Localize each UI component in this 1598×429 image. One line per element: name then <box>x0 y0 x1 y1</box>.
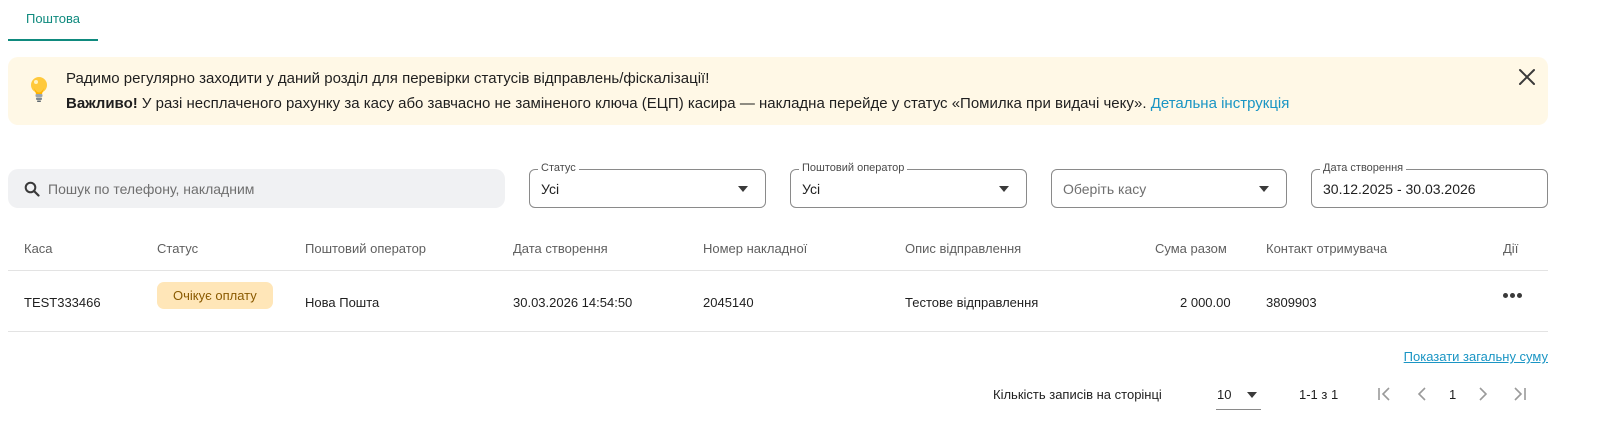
date-range-value: 30.12.2025 - 30.03.2026 <box>1323 181 1476 197</box>
lightbulb-icon <box>31 77 47 102</box>
pagination: Кількість записів на сторінці 10 1-1 з 1… <box>0 380 1598 410</box>
cell-description: Тестове відправлення <box>905 295 1039 310</box>
rows-per-page-value: 10 <box>1217 387 1232 402</box>
rows-per-page-label: Кількість записів на сторінці <box>993 387 1162 402</box>
next-page-icon[interactable] <box>1473 385 1491 403</box>
column-header-number: Номер накладної <box>703 241 808 256</box>
cell-operator: Нова Пошта <box>305 295 380 310</box>
instruction-link[interactable]: Детальна інструкція <box>1151 95 1290 112</box>
cell-number: 2045140 <box>703 295 754 310</box>
column-header-contact: Контакт отримувача <box>1266 241 1388 256</box>
column-header-date: Дата створення <box>513 241 608 256</box>
date-range-field[interactable]: Дата створення 30.12.2025 - 30.03.2026 <box>1311 162 1548 208</box>
cashbox-select-placeholder: Оберіть касу <box>1063 181 1147 197</box>
cell-contact: 3809903 <box>1266 295 1317 310</box>
tab-label: Поштова <box>25 11 81 26</box>
previous-page-icon[interactable] <box>1414 385 1432 403</box>
column-header-sum: Сума разом <box>1155 241 1227 256</box>
cell-kasa: TEST333466 <box>24 295 101 310</box>
info-alert: Радимо регулярно заходити у даний розділ… <box>8 57 1548 125</box>
chevron-down-icon <box>1247 392 1257 398</box>
column-header-status: Статус <box>157 241 199 256</box>
table-row[interactable]: TEST333466 Очікує оплату Нова Пошта 30.0… <box>8 271 1548 332</box>
page-range: 1-1 з 1 <box>1299 387 1339 402</box>
chevron-down-icon <box>999 186 1009 192</box>
show-total-sum-link[interactable]: Показати загальну суму <box>1404 349 1548 364</box>
column-header-operator: Поштовий оператор <box>305 241 427 256</box>
operator-select-label: Поштовий оператор <box>799 162 908 174</box>
operator-select-value: Усі <box>802 181 821 197</box>
chevron-down-icon <box>738 186 748 192</box>
alert-message: Радимо регулярно заходити у даний розділ… <box>66 70 710 87</box>
cell-sum: 2 000.00 <box>1180 295 1231 310</box>
status-select[interactable]: Статус Усі <box>529 162 766 208</box>
last-page-icon[interactable] <box>1510 385 1528 403</box>
status-badge: Очікує оплату <box>157 282 273 309</box>
table-header: Каса Статус Поштовий оператор Дата створ… <box>8 229 1548 271</box>
cashbox-select[interactable]: Оберіть касу <box>1051 169 1287 208</box>
close-icon[interactable] <box>1518 68 1536 86</box>
column-header-kasa: Каса <box>24 241 53 256</box>
column-header-description: Опис відправлення <box>905 241 1022 256</box>
tab-poshtova[interactable]: Поштова <box>8 0 98 41</box>
search-icon <box>24 181 40 197</box>
cell-date: 30.03.2026 14:54:50 <box>513 295 633 310</box>
search-box <box>8 169 505 208</box>
column-header-actions: Дії <box>1503 241 1519 256</box>
rows-per-page-select[interactable]: 10 <box>1216 382 1261 410</box>
alert-warning-label: Важливо! <box>66 95 138 112</box>
more-actions-icon[interactable] <box>1503 293 1523 299</box>
search-input[interactable] <box>48 169 488 208</box>
alert-warning: Важливо! У разі несплаченого рахунку за … <box>66 95 1289 112</box>
first-page-icon[interactable] <box>1376 385 1394 403</box>
alert-warning-text: У разі несплаченого рахунку за касу або … <box>137 95 1151 112</box>
date-range-label: Дата створення <box>1320 162 1407 174</box>
status-select-value: Усі <box>541 181 560 197</box>
current-page: 1 <box>1449 387 1457 402</box>
operator-select[interactable]: Поштовий оператор Усі <box>790 162 1027 208</box>
status-select-label: Статус <box>538 162 579 174</box>
chevron-down-icon <box>1259 186 1269 192</box>
